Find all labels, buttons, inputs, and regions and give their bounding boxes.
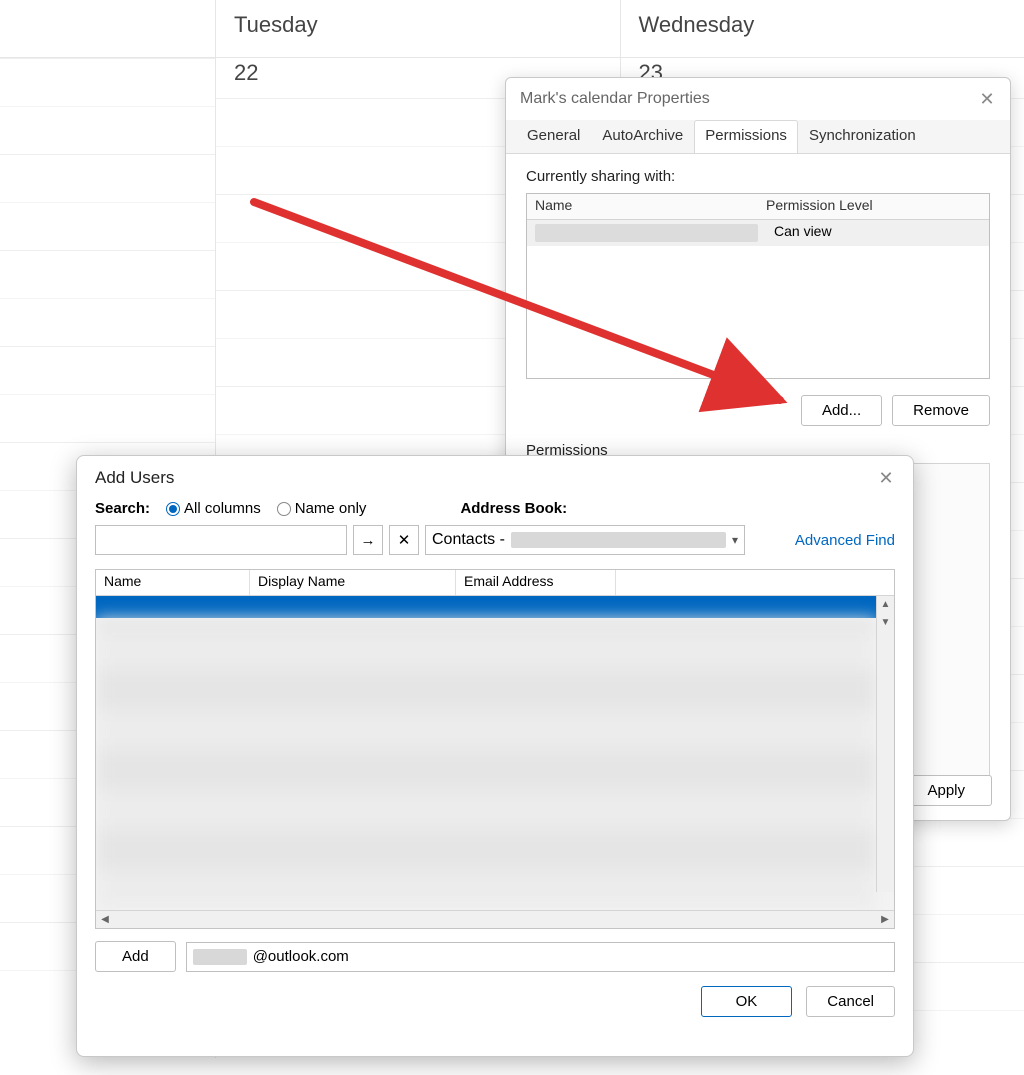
- vertical-scrollbar[interactable]: ▲ ▼: [876, 596, 894, 892]
- clear-search-button[interactable]: ✕: [389, 525, 419, 555]
- horizontal-scrollbar[interactable]: ◀ ▶: [96, 910, 894, 928]
- properties-tabs: General AutoArchive Permissions Synchron…: [506, 120, 1010, 154]
- radio-all-columns[interactable]: All columns: [166, 500, 261, 517]
- selected-contact-row[interactable]: [96, 596, 894, 618]
- address-book-label: Address Book:: [460, 500, 567, 517]
- sharing-col-name: Name: [527, 194, 758, 219]
- contacts-blurred: [96, 618, 876, 910]
- col-email-address[interactable]: Email Address: [456, 570, 616, 595]
- close-icon: ✕: [398, 531, 411, 549]
- col-name[interactable]: Name: [96, 570, 250, 595]
- col-extra: [616, 570, 894, 595]
- sharing-row-name-redacted: [535, 224, 758, 242]
- apply-button[interactable]: Apply: [900, 775, 992, 806]
- sharing-with-label: Currently sharing with:: [526, 168, 990, 185]
- radio-name-only-label: Name only: [295, 500, 367, 517]
- scroll-up-icon[interactable]: ▲: [877, 596, 894, 614]
- remove-button[interactable]: Remove: [892, 395, 990, 426]
- contacts-list-body[interactable]: ▲ ▼: [96, 596, 894, 910]
- tab-synchronization[interactable]: Synchronization: [798, 120, 927, 153]
- address-book-combo[interactable]: Contacts - ▾: [425, 525, 745, 555]
- tab-general[interactable]: General: [516, 120, 591, 153]
- sharing-list[interactable]: Name Permission Level Can view: [526, 193, 990, 379]
- address-book-value: Contacts -: [432, 531, 505, 549]
- search-input[interactable]: [95, 525, 347, 555]
- radio-dot-icon: [277, 502, 291, 516]
- search-label: Search:: [95, 500, 150, 517]
- radio-name-only[interactable]: Name only: [277, 500, 367, 517]
- add-button[interactable]: Add...: [801, 395, 882, 426]
- scroll-left-icon[interactable]: ◀: [96, 911, 114, 928]
- contacts-list: Name Display Name Email Address ▲ ▼ ◀ ▶: [95, 569, 895, 929]
- tab-permissions[interactable]: Permissions: [694, 120, 798, 153]
- close-icon[interactable]: ✕: [978, 90, 996, 108]
- sharing-row[interactable]: Can view: [527, 220, 989, 246]
- arrow-right-icon: →: [361, 532, 376, 549]
- address-book-redacted: [511, 532, 726, 548]
- radio-all-columns-label: All columns: [184, 500, 261, 517]
- scroll-right-icon[interactable]: ▶: [876, 911, 894, 928]
- sharing-col-permission: Permission Level: [758, 194, 989, 219]
- ok-button[interactable]: OK: [701, 986, 793, 1017]
- properties-dialog-title: Mark's calendar Properties: [520, 90, 710, 108]
- col-display-name[interactable]: Display Name: [250, 570, 456, 595]
- scroll-down-icon[interactable]: ▼: [877, 614, 894, 632]
- add-selected-button[interactable]: Add: [95, 941, 176, 972]
- add-users-dialog: Add Users ✕ Search: All columns Name onl…: [76, 455, 914, 1057]
- add-recipients-field[interactable]: @outlook.com: [186, 942, 895, 972]
- add-users-title: Add Users: [95, 468, 174, 488]
- calendar-day-wednesday: Wednesday: [620, 0, 1024, 57]
- radio-dot-icon: [166, 502, 180, 516]
- cancel-button[interactable]: Cancel: [806, 986, 895, 1017]
- calendar-day-tuesday: Tuesday: [216, 0, 620, 57]
- sharing-row-permission: Can view: [766, 220, 989, 246]
- close-icon[interactable]: ✕: [877, 469, 895, 487]
- chevron-down-icon: ▾: [732, 533, 738, 547]
- go-button[interactable]: →: [353, 525, 383, 555]
- advanced-find-link[interactable]: Advanced Find: [795, 532, 895, 549]
- recipient-email-suffix: @outlook.com: [253, 948, 349, 965]
- tab-autoarchive[interactable]: AutoArchive: [591, 120, 694, 153]
- recipient-redacted: [193, 949, 247, 965]
